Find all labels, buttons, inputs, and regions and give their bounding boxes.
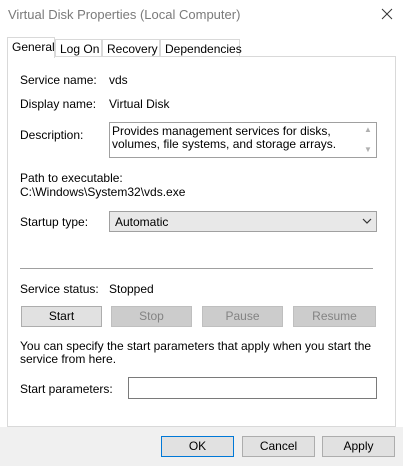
startup-type-value: Automatic bbox=[115, 215, 169, 229]
close-icon bbox=[381, 8, 393, 20]
tab-label: Dependencies bbox=[165, 42, 242, 56]
apply-button[interactable]: Apply bbox=[322, 436, 395, 457]
tab-label: Log On bbox=[60, 42, 100, 56]
start-button[interactable]: Start bbox=[21, 306, 102, 327]
start-params-label: Start parameters: bbox=[20, 382, 113, 396]
service-status-value: Stopped bbox=[109, 282, 154, 296]
startup-type-select[interactable]: Automatic bbox=[109, 211, 377, 232]
display-name-value: Virtual Disk bbox=[109, 97, 170, 111]
description-scrollbar[interactable]: ▲ ▼ bbox=[360, 123, 376, 157]
description-text: Provides management services for disks, … bbox=[112, 124, 337, 151]
title-bar: Virtual Disk Properties (Local Computer) bbox=[0, 0, 403, 30]
tab-recovery[interactable]: Recovery bbox=[102, 39, 160, 57]
tab-log-on[interactable]: Log On bbox=[55, 39, 102, 57]
display-name-label: Display name: bbox=[20, 97, 97, 111]
path-value: C:\Windows\System32\vds.exe bbox=[20, 185, 186, 199]
service-status-label: Service status: bbox=[20, 282, 99, 296]
divider bbox=[20, 268, 373, 269]
tab-label: Recovery bbox=[107, 42, 158, 56]
description-label: Description: bbox=[20, 128, 84, 142]
service-name-value: vds bbox=[109, 73, 128, 87]
path-label: Path to executable: bbox=[20, 171, 123, 185]
start-params-input[interactable] bbox=[128, 377, 377, 399]
tab-dependencies[interactable]: Dependencies bbox=[160, 39, 242, 57]
general-tab-panel bbox=[7, 56, 396, 427]
tab-general[interactable]: General bbox=[7, 37, 55, 58]
window-title: Virtual Disk Properties (Local Computer) bbox=[8, 7, 241, 22]
startup-type-label: Startup type: bbox=[20, 215, 89, 229]
tab-label: General bbox=[12, 40, 55, 54]
ok-button[interactable]: OK bbox=[161, 436, 234, 457]
cancel-button[interactable]: Cancel bbox=[242, 436, 315, 457]
scroll-down-icon[interactable]: ▼ bbox=[364, 145, 372, 154]
description-field[interactable]: Provides management services for disks, … bbox=[109, 122, 377, 158]
start-params-info-text: You can specify the start parameters tha… bbox=[20, 339, 372, 366]
scroll-up-icon[interactable]: ▲ bbox=[364, 125, 372, 134]
stop-button[interactable]: Stop bbox=[111, 306, 192, 327]
pause-button[interactable]: Pause bbox=[202, 306, 283, 327]
service-name-label: Service name: bbox=[20, 73, 97, 87]
chevron-down-icon bbox=[362, 218, 372, 224]
resume-button[interactable]: Resume bbox=[293, 306, 376, 327]
close-button[interactable] bbox=[371, 0, 403, 30]
